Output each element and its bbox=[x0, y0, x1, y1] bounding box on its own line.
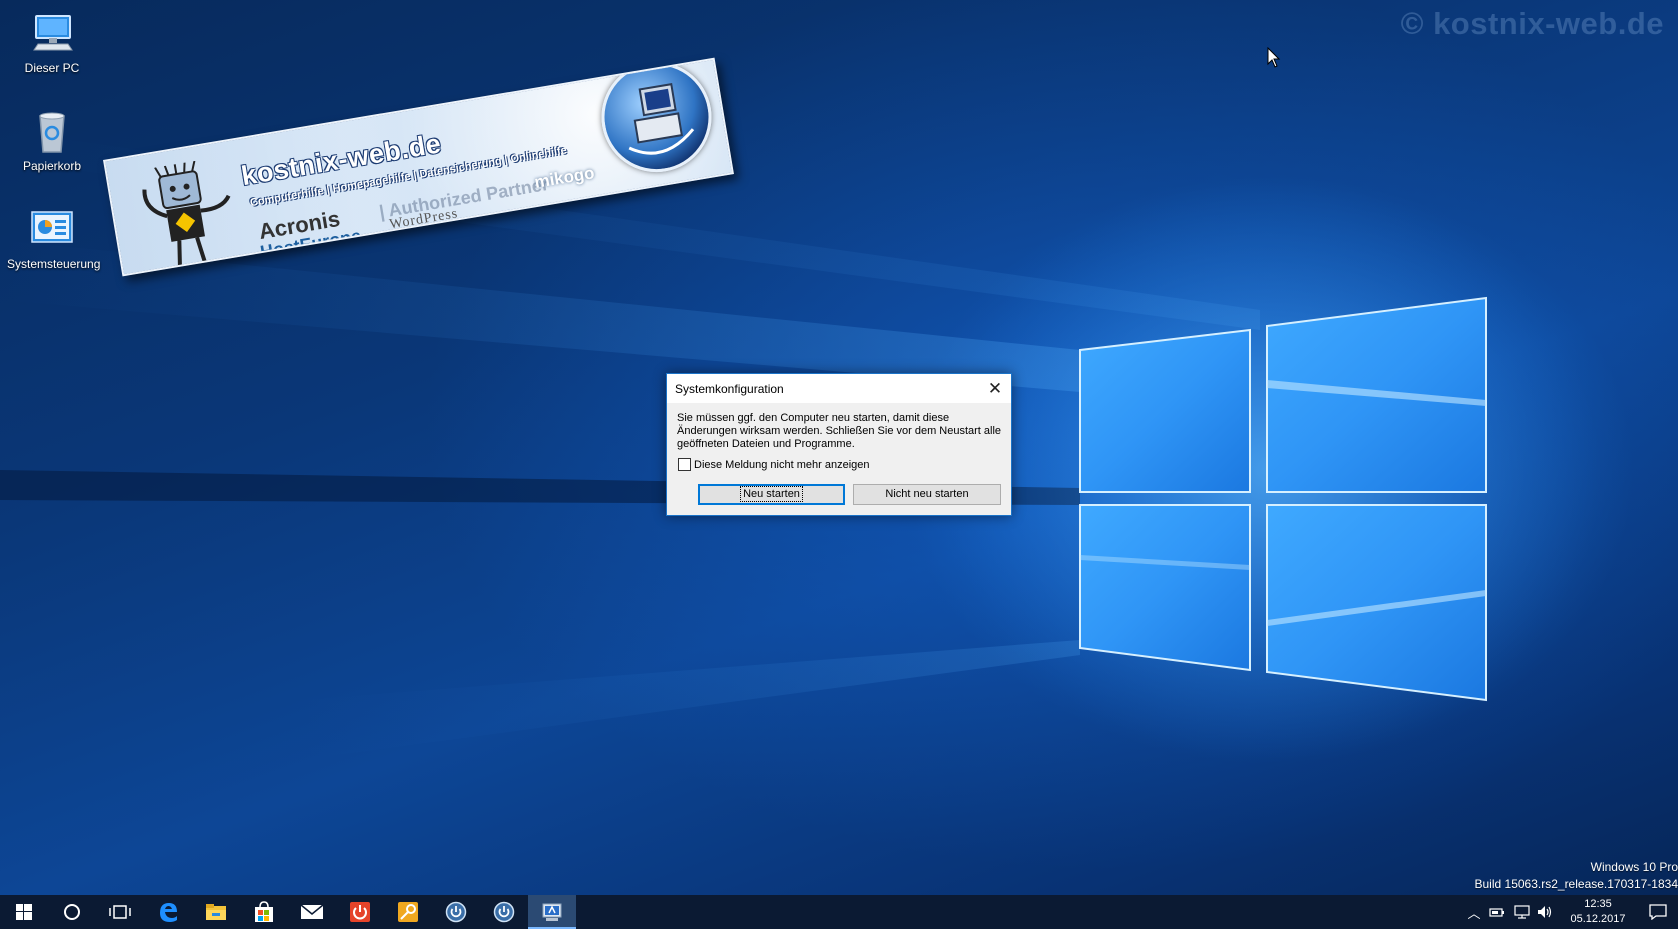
search-button[interactable] bbox=[48, 895, 96, 929]
desktop-icon-label: Systemsteuerung bbox=[7, 257, 101, 271]
restart-button[interactable]: Neu starten bbox=[698, 484, 845, 505]
search-icon bbox=[64, 904, 80, 920]
mouse-cursor-icon bbox=[1267, 47, 1281, 68]
windows-edition: Windows 10 Pro bbox=[1590, 860, 1678, 874]
battery-plug-icon bbox=[1489, 908, 1504, 917]
task-view-button[interactable] bbox=[96, 895, 144, 929]
tray-volume-button[interactable] bbox=[1534, 895, 1558, 929]
clock-date: 05.12.2017 bbox=[1570, 913, 1626, 925]
taskbar-app-key-tool[interactable] bbox=[384, 895, 432, 929]
build-info: Windows 10 Pro Build 15063.rs2_release.1… bbox=[1475, 859, 1678, 893]
dont-show-again-label[interactable]: Diese Meldung nicht mehr anzeigen bbox=[694, 459, 870, 471]
file-explorer-icon bbox=[206, 904, 226, 920]
system-tray: ︿ 12:35 05.12.2017 bbox=[1462, 895, 1678, 929]
taskbar-app-edge[interactable] bbox=[144, 895, 192, 929]
taskbar-app-power-1[interactable] bbox=[432, 895, 480, 929]
recycle-bin-icon bbox=[28, 108, 76, 156]
dont-show-again-checkbox[interactable] bbox=[678, 458, 691, 471]
taskbar: ︿ 12:35 05.12.2017 bbox=[0, 895, 1678, 929]
this-pc-icon bbox=[28, 10, 76, 58]
no-restart-button-label: Nicht neu starten bbox=[885, 488, 969, 500]
tray-network-button[interactable] bbox=[1510, 895, 1534, 929]
build-number: Build 15063.rs2_release.170317-1834 bbox=[1474, 877, 1678, 891]
chevron-up-icon: ︿ bbox=[1467, 905, 1481, 921]
notification-icon bbox=[1649, 904, 1667, 920]
action-center-button[interactable] bbox=[1638, 895, 1678, 929]
desktop-icon-label: Dieser PC bbox=[24, 61, 80, 75]
dialog-title: Systemkonfiguration bbox=[675, 382, 784, 396]
volume-icon bbox=[1538, 906, 1552, 918]
control-panel-icon bbox=[28, 206, 76, 254]
system-config-dialog: Systemkonfiguration ✕ Sie müssen ggf. de… bbox=[666, 373, 1012, 516]
key-icon bbox=[398, 902, 418, 922]
mikogo-logo: mikogo bbox=[533, 163, 596, 192]
taskbar-app-mail[interactable] bbox=[288, 895, 336, 929]
power-circle-icon-2 bbox=[493, 901, 515, 923]
dont-show-again-row[interactable]: Diese Meldung nicht mehr anzeigen bbox=[678, 458, 870, 471]
no-restart-button[interactable]: Nicht neu starten bbox=[853, 484, 1001, 505]
close-button[interactable]: ✕ bbox=[979, 374, 1011, 403]
network-icon bbox=[1514, 905, 1530, 919]
desktop-icon-label: Papierkorb bbox=[22, 159, 82, 173]
msconfig-icon bbox=[542, 903, 562, 921]
desktop-icon-control-panel[interactable]: Systemsteuerung bbox=[7, 206, 101, 271]
taskbar-clock[interactable]: 12:35 05.12.2017 bbox=[1564, 897, 1632, 927]
taskbar-app-power-2[interactable] bbox=[480, 895, 528, 929]
dialog-message: Sie müssen ggf. den Computer neu starten… bbox=[677, 412, 1002, 450]
edge-icon bbox=[160, 903, 177, 922]
mascot-icon bbox=[142, 160, 231, 269]
clock-time: 12:35 bbox=[1584, 898, 1612, 910]
power-red-icon bbox=[350, 902, 370, 922]
close-icon: ✕ bbox=[987, 378, 1003, 399]
mail-icon bbox=[300, 904, 324, 919]
tray-battery-button[interactable] bbox=[1486, 895, 1510, 929]
taskbar-app-explorer[interactable] bbox=[192, 895, 240, 929]
taskbar-app-store[interactable] bbox=[240, 895, 288, 929]
watermark: © kostnix-web.de bbox=[1400, 6, 1664, 41]
dialog-titlebar[interactable]: Systemkonfiguration ✕ bbox=[667, 374, 1011, 403]
show-hidden-icons-button[interactable]: ︿ bbox=[1462, 895, 1486, 929]
globe-computer-icon bbox=[593, 57, 720, 181]
taskbar-app-shutdown-tool[interactable] bbox=[336, 895, 384, 929]
store-icon bbox=[255, 901, 273, 922]
start-button[interactable] bbox=[0, 895, 48, 929]
power-circle-icon bbox=[445, 901, 467, 923]
taskbar-app-msconfig[interactable] bbox=[528, 895, 576, 929]
desktop-icon-this-pc[interactable]: Dieser PC bbox=[7, 10, 97, 75]
restart-button-label: Neu starten bbox=[740, 486, 803, 502]
desktop-icon-recycle-bin[interactable]: Papierkorb bbox=[7, 108, 97, 173]
start-icon bbox=[16, 904, 32, 920]
task-view-icon bbox=[109, 905, 131, 919]
